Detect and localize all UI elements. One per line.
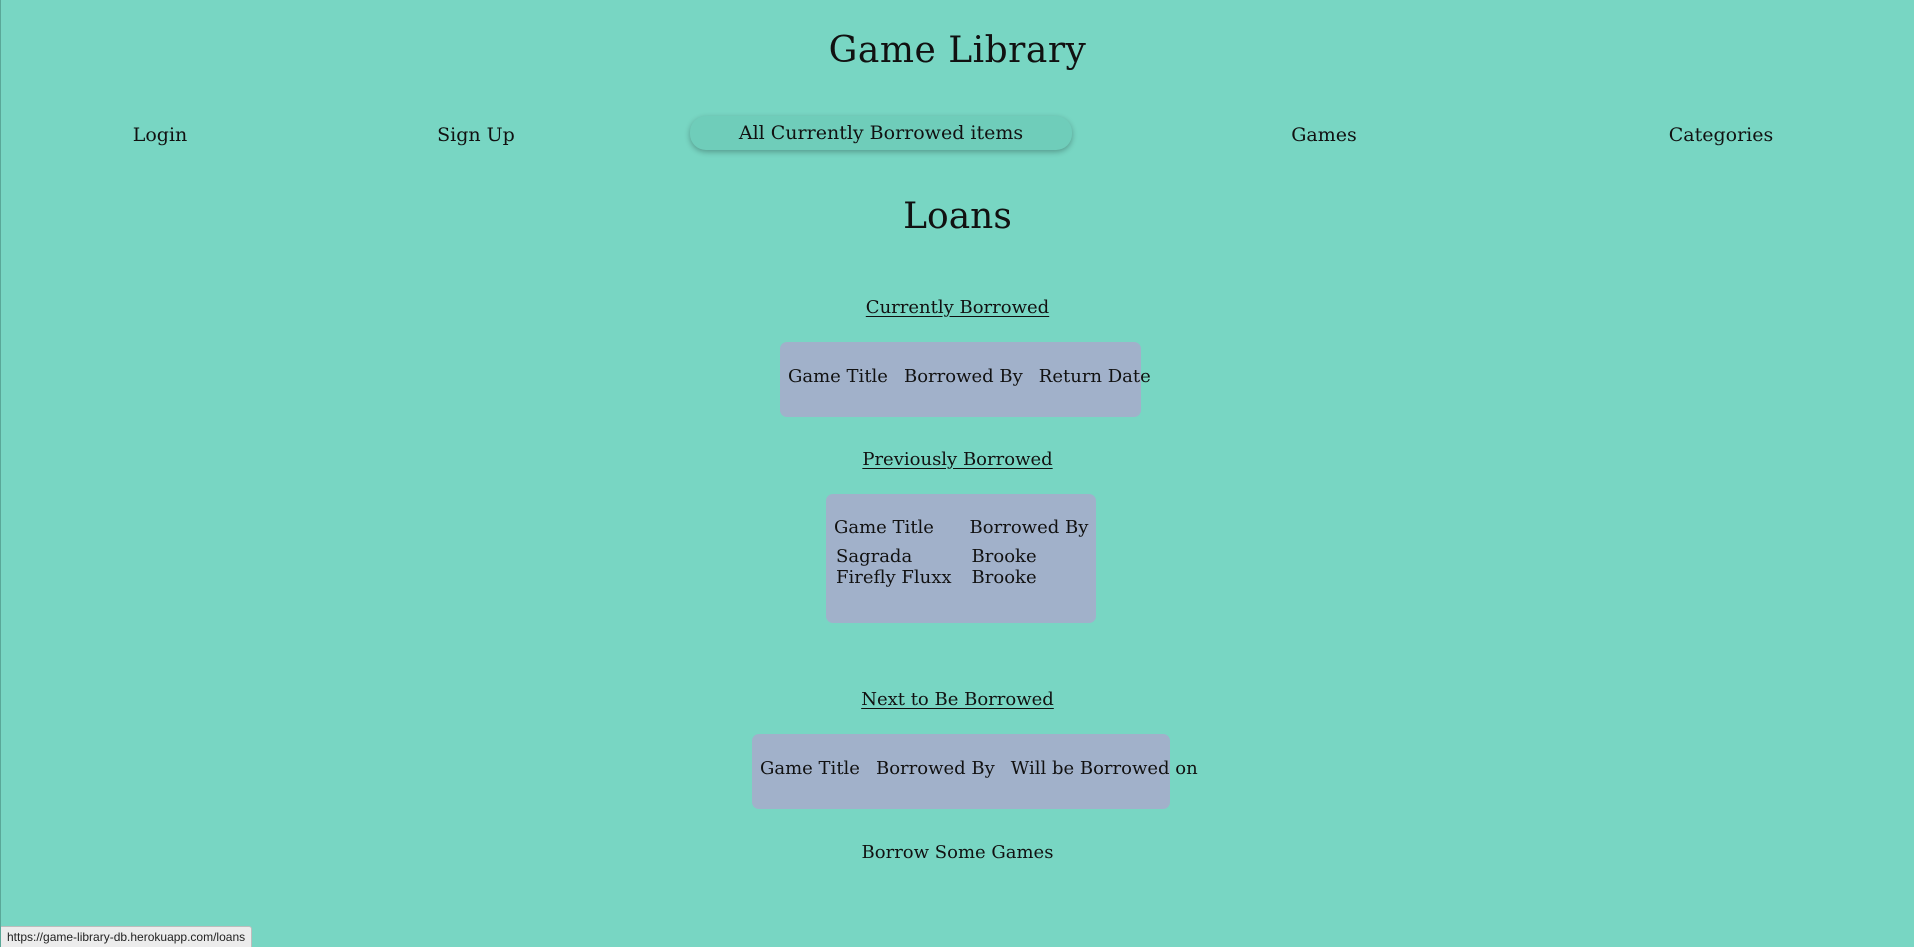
table-header-row: Game Title Borrowed By Will be Borrowed … xyxy=(752,758,1206,779)
column-header-will-be-borrowed-on: Will be Borrowed on xyxy=(1010,758,1198,779)
page-title: Loans xyxy=(903,196,1012,237)
column-header-game-title: Game Title xyxy=(760,758,860,779)
nav-games-link[interactable]: Games xyxy=(1291,124,1357,146)
previously-borrowed-heading: Previously Borrowed xyxy=(862,449,1053,470)
next-to-be-borrowed-table-box: Game Title Borrowed By Will be Borrowed … xyxy=(752,734,1198,809)
table-row: Sagrada Brooke xyxy=(826,546,1096,567)
table-header-row: Game Title Borrowed By Return Date xyxy=(780,366,1159,387)
site-title: Game Library xyxy=(828,30,1087,71)
borrower-cell: Brooke xyxy=(971,546,1037,567)
table-row: Firefly Fluxx Brooke xyxy=(826,567,1096,588)
next-to-be-borrowed-heading: Next to Be Borrowed xyxy=(861,689,1054,710)
column-header-return-date: Return Date xyxy=(1038,366,1151,387)
currently-borrowed-table: Game Title Borrowed By Return Date xyxy=(780,366,1159,387)
borrower-cell: Brooke xyxy=(971,567,1037,588)
nav-login-link[interactable]: Login xyxy=(133,124,188,146)
currently-borrowed-table-box: Game Title Borrowed By Return Date xyxy=(780,342,1151,417)
game-title-cell: Firefly Fluxx xyxy=(836,567,952,588)
table-header-row: Game Title Borrowed By xyxy=(826,517,1096,546)
column-header-borrowed-by: Borrowed By xyxy=(903,366,1023,387)
status-bar-url: https://game-library-db.herokuapp.com/lo… xyxy=(1,926,253,947)
previously-borrowed-table: Game Title Borrowed By Sagrada Brooke Fi… xyxy=(826,517,1096,588)
nav-categories-link[interactable]: Categories xyxy=(1669,124,1774,146)
nav-signup-link[interactable]: Sign Up xyxy=(437,124,515,146)
currently-borrowed-heading: Currently Borrowed xyxy=(865,297,1050,318)
next-to-be-borrowed-table: Game Title Borrowed By Will be Borrowed … xyxy=(752,758,1206,779)
column-header-game-title: Game Title xyxy=(834,517,934,538)
column-header-borrowed-by: Borrowed By xyxy=(875,758,995,779)
column-header-borrowed-by: Borrowed By xyxy=(969,517,1089,538)
column-header-game-title: Game Title xyxy=(788,366,888,387)
nav-borrowed-items-link[interactable]: All Currently Borrowed items xyxy=(690,116,1072,150)
previously-borrowed-table-box: Game Title Borrowed By Sagrada Brooke Fi… xyxy=(826,494,1096,623)
borrow-some-games-link[interactable]: Borrow Some Games xyxy=(1,842,1914,863)
game-title-cell: Sagrada xyxy=(836,546,913,567)
